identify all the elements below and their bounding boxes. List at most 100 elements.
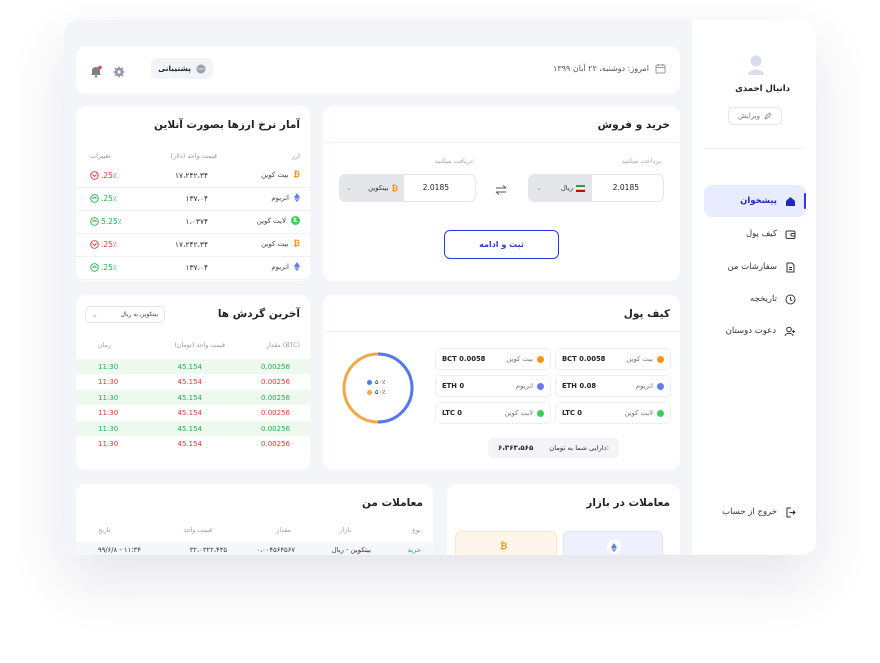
rate-price: ۱۳۷،۰۴ (185, 194, 208, 203)
col-date: تاریخ (98, 527, 111, 534)
wallet-item-name: لایت کوین (504, 409, 533, 417)
rate-row[interactable]: .25٪ ۱۷،۲۴۲،۳۴ بیت کوین ₿ (76, 234, 310, 257)
avatar[interactable] (747, 54, 765, 76)
ethereum-icon (294, 262, 300, 271)
wallet-item[interactable]: LTC 0 لایت کوین (555, 402, 671, 424)
notification-bell-icon[interactable] (90, 63, 102, 78)
turnover-row[interactable]: 0.00256 45.154 11:30 (76, 437, 310, 452)
wallet-card: کیف پول BCT 0.0058 بیت کوین ETH 0.08 اتریوم… (323, 295, 680, 470)
rate-currency: لایت کوین (256, 216, 286, 225)
litecoin-icon: Ł (291, 216, 300, 225)
rates-title: آمار نرخ ارزها بصورت آنلاین (153, 119, 300, 131)
nav-invite[interactable]: دعوت دوستان (704, 315, 806, 347)
rate-price: ۱۷،۲۴۲،۳۴ (174, 171, 208, 180)
nav-dashboard-label: پیشخوان (740, 196, 777, 206)
nav-orders-label: سفارشات من (727, 262, 777, 272)
pair-filter-select[interactable]: ⌄ بیتکوین به ریال (85, 306, 165, 323)
turnover-row[interactable]: 0.00256 45.154 11:30 (76, 359, 310, 374)
swap-arrows-icon[interactable] (495, 181, 507, 195)
card-divider (323, 331, 680, 332)
wallet-item-value: BCT 0.0058 (442, 355, 486, 363)
rate-row[interactable]: 5.25٪ ۱،۰۳۷۴ لایت کوین Ł (76, 211, 310, 234)
pay-input-group: ⌄ ریال 2.0185 (528, 174, 664, 202)
nav-orders[interactable]: سفارشات من (704, 251, 806, 283)
ethereum-icon (607, 540, 621, 554)
wallet-item-value: ETH 0 (442, 382, 465, 390)
pay-currency-select[interactable]: ⌄ ریال (529, 175, 592, 201)
active-indicator (804, 193, 806, 209)
home-icon (786, 196, 795, 206)
wallet-item-value: BCT 0.0058 (562, 355, 606, 363)
sidebar: دانیال احمدی ویرایش پیشخوان کیف پول سفار… (692, 20, 816, 555)
turnover-row[interactable]: 0.00256 45.154 11:30 (76, 390, 310, 405)
pair-filter-label: بیتکوین به ریال (120, 311, 158, 318)
table-row[interactable]: خرید بیتکوین - ریال ۰،۰۰۴۵۶۴۵۶۷ ۳۲،۰۳۲۲،… (76, 542, 433, 555)
support-label: پشتیبانی (158, 64, 191, 73)
wallet-item[interactable]: LTC 0 لایت کوین (435, 402, 551, 424)
market-eth-card[interactable] (563, 531, 663, 555)
col-type: نوع (412, 527, 421, 534)
market-btc-card[interactable]: ₿ (455, 531, 557, 555)
rate-change: .25٪ (101, 240, 117, 249)
wallet-item[interactable]: ETH 0 اتریوم (435, 375, 551, 397)
wallet-item-value: ETH 0.08 (562, 382, 597, 390)
rate-currency: بیت کوین (261, 239, 289, 248)
trade-market: بیتکوین - ریال (331, 546, 371, 554)
rate-currency: اتریوم (271, 262, 289, 271)
pay-amount-input[interactable]: 2.0185 (613, 183, 639, 192)
submit-continue-button[interactable]: ثبت و ادامه (444, 230, 559, 259)
coin-dot-icon (537, 355, 544, 363)
rate-price: ۱۷،۲۴۲،۳۴ (174, 240, 208, 249)
rates-card: آمار نرخ ارزها بصورت آنلاین ارز قیمت واح… (76, 106, 310, 281)
wallet-item[interactable]: ETH 0.08 اتریوم (555, 375, 671, 397)
date-text: امروز: دوشنبه، ۲۲ آبان ۱۳۹۹ (553, 64, 649, 73)
trade-date: ۹۹/۶/۸ - ۱۱:۳۴ (98, 546, 141, 554)
submit-label: ثبت و ادامه (479, 240, 524, 249)
wallet-item[interactable]: BCT 0.0058 بیت کوین (435, 348, 551, 370)
arrow-up-icon (90, 263, 99, 272)
turnover-time: 11:30 (98, 378, 119, 386)
turnover-time: 11:30 (98, 393, 119, 402)
receive-amount-input[interactable]: 2.0185 (423, 183, 449, 192)
nav-wallet[interactable]: کیف پول (704, 218, 806, 250)
rate-row[interactable]: .25٪ ۱۳۷،۰۴ اتریوم (76, 257, 310, 280)
date-display: امروز: دوشنبه، ۲۲ آبان ۱۳۹۹ (553, 63, 666, 74)
settings-gear-icon[interactable] (113, 63, 125, 78)
wallet-item[interactable]: BCT 0.0058 بیت کوین (555, 348, 671, 370)
wallet-item-name: لایت کوین (624, 409, 653, 417)
rate-change: .25٪ (101, 171, 117, 180)
rate-currency: بیت کوین (261, 170, 289, 179)
chevron-down-icon: ⌄ (536, 184, 542, 192)
turnover-row[interactable]: 0.00256 45.154 11:30 (76, 406, 310, 421)
support-button[interactable]: پشتیبانی (151, 58, 213, 79)
trade-amount: ۰،۰۰۴۵۶۴۵۶۷ (256, 546, 295, 554)
edit-profile-button[interactable]: ویرایش (728, 107, 782, 125)
col-currency: ارز (291, 152, 300, 160)
turnover-row[interactable]: 0.00256 45.154 11:30 (76, 375, 310, 390)
nav-logout[interactable]: خروج از حساب (704, 496, 806, 528)
turnover-row[interactable]: 0.00256 45.154 11:30 (76, 421, 310, 436)
rate-change: .25٪ (101, 263, 117, 272)
col-unit-price: قیمت واحد (تومان) (174, 342, 225, 349)
wallet-item-name: بیت کوین (506, 355, 533, 363)
col-amount: مقدار (BTC) (266, 342, 300, 349)
rate-price: ۱۳۷،۰۴ (185, 263, 208, 272)
col-time: زمان (98, 342, 111, 349)
nav-dashboard[interactable]: پیشخوان (704, 185, 806, 217)
trade-type: خرید (407, 546, 421, 554)
arrow-down-icon (90, 240, 99, 249)
receive-currency-select[interactable]: ⌄ بیتکوین ₿ (340, 175, 404, 201)
col-change: تغییرات (90, 152, 111, 160)
nav-invite-label: دعوت دوستان (725, 326, 776, 336)
last-turnover-card: آخرین گردش ها ⌄ بیتکوین به ریال مقدار (B… (76, 295, 310, 470)
rate-row[interactable]: .25٪ ۱۷،۲۴۲،۳۴ بیت کوین ₿ (76, 165, 310, 188)
turnover-time: 11:30 (98, 362, 119, 371)
coin-dot-icon (657, 355, 664, 363)
iran-flag-icon (576, 184, 585, 192)
last-turnover-title: آخرین گردش ها (217, 308, 300, 320)
turnover-amount: 0.00256 (261, 409, 290, 417)
turnover-price: 45.154 (177, 440, 203, 448)
nav-history[interactable]: تاریخچه (704, 283, 806, 315)
col-unit-price: قیمت واحد (183, 527, 212, 534)
rate-row[interactable]: .25٪ ۱۳۷،۰۴ اتریوم (76, 188, 310, 211)
